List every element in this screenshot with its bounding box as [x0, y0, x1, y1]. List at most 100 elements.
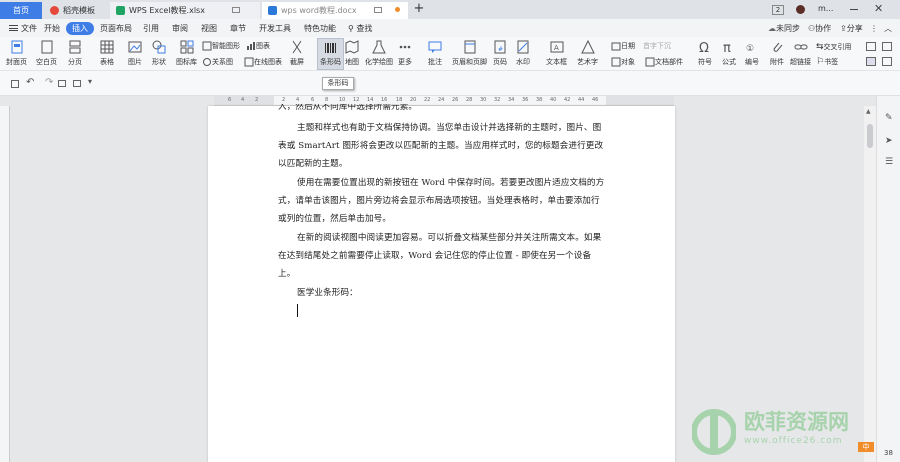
save-icon[interactable] [11, 80, 19, 88]
chemistry-drawing-button[interactable]: 化学绘图 [365, 40, 393, 67]
formula-button[interactable]: π 公式 [722, 40, 736, 67]
more-options-icon[interactable]: ⋮ [870, 22, 878, 35]
sync-status[interactable]: ☁未同步 [768, 22, 800, 35]
menu-developer[interactable]: 开发工具 [259, 22, 291, 35]
wordart-button[interactable]: 艺术字 [577, 40, 598, 67]
status-sub-label: 38 [884, 449, 893, 457]
user-name[interactable]: m... [818, 4, 833, 13]
close-button[interactable]: ✕ [874, 3, 883, 14]
bookmark-button[interactable]: ⚐ 书签 [816, 57, 838, 67]
menu-start[interactable]: 开始 [44, 22, 60, 35]
menu-search[interactable]: ⚲ 查找 [348, 22, 372, 35]
hyperlink-button[interactable]: 超链接 [790, 40, 811, 67]
paragraph-2[interactable]: 使用在需要位置出现的新按钮在 Word 中保存时间。若要更改图片适应文档的方式，… [278, 174, 608, 229]
menu-reference[interactable]: 引用 [143, 22, 159, 35]
page-number-icon: # [494, 40, 506, 54]
collapse-ribbon-icon[interactable]: ︿ [884, 22, 892, 35]
quick-access-toolbar: ↶ ↷ ▾ 条形码 [0, 71, 900, 96]
watermark-button[interactable]: 水印 [516, 40, 530, 67]
screenshot-button[interactable]: 截屏 [290, 40, 304, 67]
cross-ref-button[interactable]: ⇆ 交叉引用 [816, 42, 852, 52]
new-tab-button[interactable]: + [412, 2, 426, 16]
object-button[interactable]: 对象 [611, 57, 635, 67]
pointer-icon[interactable]: ➤ [885, 136, 893, 146]
scroll-up-icon[interactable]: ▲ [866, 108, 871, 115]
attachment-button[interactable]: 附件 [770, 40, 784, 67]
ruler-tick-label: 44 [578, 97, 585, 103]
menu-page-layout[interactable]: 页面布局 [100, 22, 132, 35]
input-method-badge[interactable]: 中 [858, 442, 874, 452]
tab-count-badge[interactable]: 2 [772, 5, 784, 15]
paragraph-3[interactable]: 在新的阅读视图中阅读更加容易。可以折叠文档某些部分并关注所需文本。如果在达到结尾… [278, 229, 608, 284]
hamburger-icon[interactable] [9, 25, 18, 31]
chart-button[interactable]: 图表 [246, 41, 270, 51]
collab-button[interactable]: ⚇协作 [808, 22, 831, 35]
map-button[interactable]: 地图 [345, 40, 359, 67]
chart-icon [247, 42, 255, 50]
symbol-button[interactable]: Ω 符号 [698, 40, 712, 67]
print-icon[interactable] [58, 80, 66, 87]
numbering-button[interactable]: ① 编号 [745, 40, 759, 67]
menu-insert[interactable]: 插入 [66, 22, 94, 35]
layout-toggle-icon[interactable] [866, 57, 876, 66]
screenshot-icon [292, 40, 302, 54]
paragraph-1[interactable]: 主题和样式也有助于文档保持协调。当您单击设计并选择新的主题时，图片、图表或 Sm… [278, 119, 608, 174]
more-button[interactable]: 更多 [398, 40, 412, 67]
textbox-icon: A [550, 41, 563, 53]
window-icon[interactable] [232, 7, 240, 13]
paragraph-4[interactable]: 医学业条形码： [278, 284, 608, 302]
page-break-button[interactable]: 分页 [68, 40, 82, 67]
online-chart-icon [244, 57, 254, 67]
menu-chapter[interactable]: 章节 [230, 22, 246, 35]
textbox-button[interactable]: A 文本框 [546, 40, 567, 67]
print-preview-icon[interactable] [73, 80, 81, 87]
wordart-label: 艺术字 [577, 58, 598, 66]
smartart-button[interactable]: 智能图形 [202, 41, 240, 51]
paperclip-icon [773, 42, 783, 52]
shapes-button[interactable]: 形状 [152, 40, 166, 67]
paragraph-line-top[interactable]: 入，然后从不同库中选择所需元素。 [278, 104, 608, 115]
edit-icon[interactable]: ✎ [885, 113, 893, 123]
redo-icon[interactable]: ↷ [45, 77, 53, 88]
share-button[interactable]: ⇪分享 [840, 22, 863, 35]
numbering-label: 编号 [745, 58, 759, 66]
picture-button[interactable]: 图片 [128, 40, 142, 67]
scroll-thumb[interactable] [867, 124, 873, 148]
tab-word-file[interactable]: wps word教程.docx [262, 2, 408, 19]
map-label: 地图 [345, 58, 359, 66]
date-button[interactable]: 日期 [611, 41, 635, 51]
svg-text:#: # [498, 46, 503, 53]
tab-home[interactable]: 首页 [0, 2, 42, 19]
relation-chart-button[interactable]: 关系图 [202, 57, 233, 67]
relation-label: 关系图 [212, 58, 233, 66]
view-toggle-icon[interactable] [882, 42, 892, 51]
cover-page-button[interactable]: 封面页 [6, 40, 27, 67]
menu-view[interactable]: 视图 [201, 22, 217, 35]
comment-button[interactable]: 批注 [428, 40, 442, 67]
blank-page-button[interactable]: 空白页 [36, 40, 57, 67]
icon-library-button[interactable]: 图标库 [176, 40, 197, 67]
menu-special[interactable]: 特色功能 [304, 22, 336, 35]
menu-review[interactable]: 审阅 [172, 22, 188, 35]
header-footer-button[interactable]: 页眉和页脚 [452, 40, 487, 67]
online-chart-button[interactable]: 在线图表 [244, 57, 282, 67]
minimize-button[interactable] [850, 9, 858, 10]
vertical-ruler[interactable] [0, 106, 10, 462]
customize-icon[interactable]: ▾ [88, 77, 92, 86]
page-number-button[interactable]: # 页码 [493, 40, 507, 67]
menu-file[interactable]: 文件 [21, 22, 37, 35]
table-button[interactable]: 表格 [100, 40, 114, 67]
doc-parts-button[interactable]: 文档部件 [645, 57, 683, 67]
tab-docer-template[interactable]: 稻壳模板 [44, 2, 108, 19]
undo-icon[interactable]: ↶ [26, 77, 34, 88]
cross-ref-label: 交叉引用 [823, 43, 852, 51]
ruler-tick-label: 24 [438, 97, 445, 103]
window-icon[interactable] [374, 7, 382, 13]
settings-icon[interactable]: ☰ [885, 157, 893, 167]
ruler-tick-label: 6 [228, 97, 232, 103]
layout-toggle-icon[interactable] [882, 57, 892, 66]
barcode-button[interactable]: 条形码 [317, 38, 344, 70]
tab-excel-file[interactable]: WPS Excel教程.xlsx [110, 2, 260, 19]
avatar[interactable] [796, 5, 805, 14]
view-toggle-icon[interactable] [866, 42, 876, 51]
